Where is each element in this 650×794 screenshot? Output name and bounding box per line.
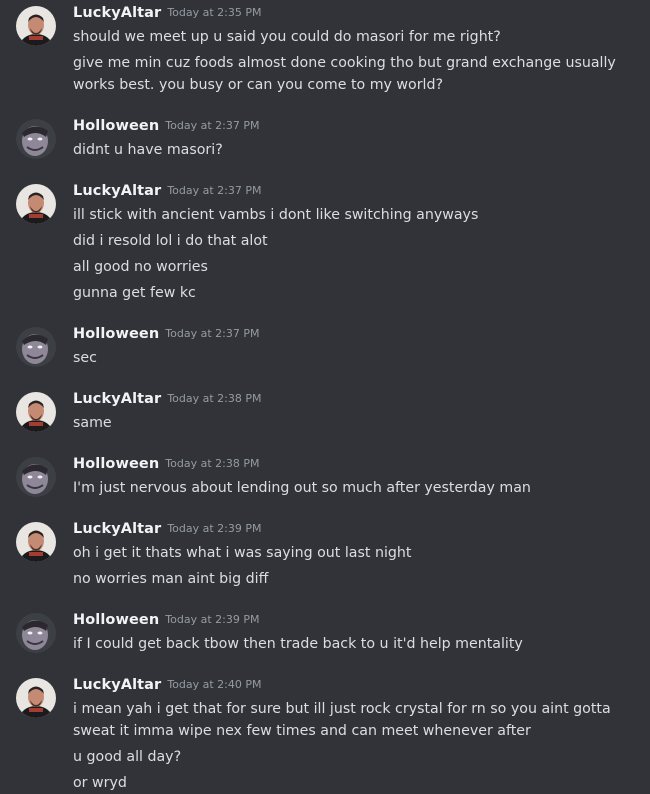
username[interactable]: LuckyAltar: [73, 183, 161, 199]
timestamp: Today at 2:38 PM: [167, 392, 262, 405]
message-text: oh i get it thats what i was saying out …: [73, 545, 412, 561]
message-header: LuckyAltar Today at 2:35 PM: [73, 2, 262, 22]
message-list: LuckyAltar Today at 2:35 PM should we mee…: [0, 0, 650, 791]
message-text: sweat it imma wipe nex few times and can…: [73, 723, 531, 739]
message-text: same: [73, 415, 112, 431]
username[interactable]: Holloween: [73, 118, 159, 134]
lucky-avatar-icon[interactable]: [16, 678, 56, 718]
username[interactable]: Holloween: [73, 456, 159, 472]
username[interactable]: Holloween: [73, 612, 159, 628]
message-text: didnt u have masori?: [73, 142, 223, 158]
message-header: Holloween Today at 2:37 PM: [73, 323, 259, 343]
lucky-avatar-icon[interactable]: [16, 392, 56, 432]
username[interactable]: LuckyAltar: [73, 677, 161, 693]
timestamp: Today at 2:37 PM: [167, 184, 262, 197]
lucky-avatar-icon[interactable]: [16, 6, 56, 46]
username[interactable]: Holloween: [73, 326, 159, 342]
message-header: Holloween Today at 2:37 PM: [73, 115, 259, 135]
timestamp: Today at 2:37 PM: [165, 327, 260, 340]
holloween-avatar-icon[interactable]: [16, 119, 56, 159]
message-text: no worries man aint big diff: [73, 571, 269, 587]
message-text: if I could get back tbow then trade back…: [73, 636, 523, 652]
message-header: LuckyAltar Today at 2:40 PM: [73, 674, 262, 694]
holloween-avatar-icon[interactable]: [16, 613, 56, 653]
message-text: works best. you busy or can you come to …: [73, 77, 444, 93]
username[interactable]: LuckyAltar: [73, 521, 161, 537]
holloween-avatar-icon[interactable]: [16, 327, 56, 367]
lucky-avatar-icon[interactable]: [16, 522, 56, 562]
timestamp: Today at 2:38 PM: [165, 457, 260, 470]
message-header: LuckyAltar Today at 2:38 PM: [73, 388, 262, 408]
username[interactable]: LuckyAltar: [73, 391, 161, 407]
message-text: did i resold lol i do that alot: [73, 233, 268, 249]
holloween-avatar-icon[interactable]: [16, 457, 56, 497]
message-text: ill stick with ancient vambs i dont like…: [73, 207, 479, 223]
message-header: LuckyAltar Today at 2:37 PM: [73, 180, 262, 200]
message-header: Holloween Today at 2:39 PM: [73, 609, 259, 629]
message-header: Holloween Today at 2:38 PM: [73, 453, 259, 473]
timestamp: Today at 2:37 PM: [165, 119, 260, 132]
message-text: sec: [73, 350, 97, 366]
lucky-avatar-icon[interactable]: [16, 184, 56, 224]
timestamp: Today at 2:35 PM: [167, 6, 262, 19]
message-text: i mean yah i get that for sure but ill j…: [73, 701, 611, 717]
timestamp: Today at 2:39 PM: [165, 613, 260, 626]
timestamp: Today at 2:39 PM: [167, 522, 262, 535]
message-text: all good no worries: [73, 259, 208, 275]
message-text: u good all day?: [73, 749, 182, 765]
username[interactable]: LuckyAltar: [73, 5, 161, 21]
message-text: should we meet up u said you could do ma…: [73, 29, 501, 45]
message-text: I'm just nervous about lending out so mu…: [73, 480, 531, 496]
timestamp: Today at 2:40 PM: [167, 678, 262, 691]
message-header: LuckyAltar Today at 2:39 PM: [73, 518, 262, 538]
message-text: give me min cuz foods almost done cookin…: [73, 55, 616, 71]
message-text: gunna get few kc: [73, 285, 196, 301]
